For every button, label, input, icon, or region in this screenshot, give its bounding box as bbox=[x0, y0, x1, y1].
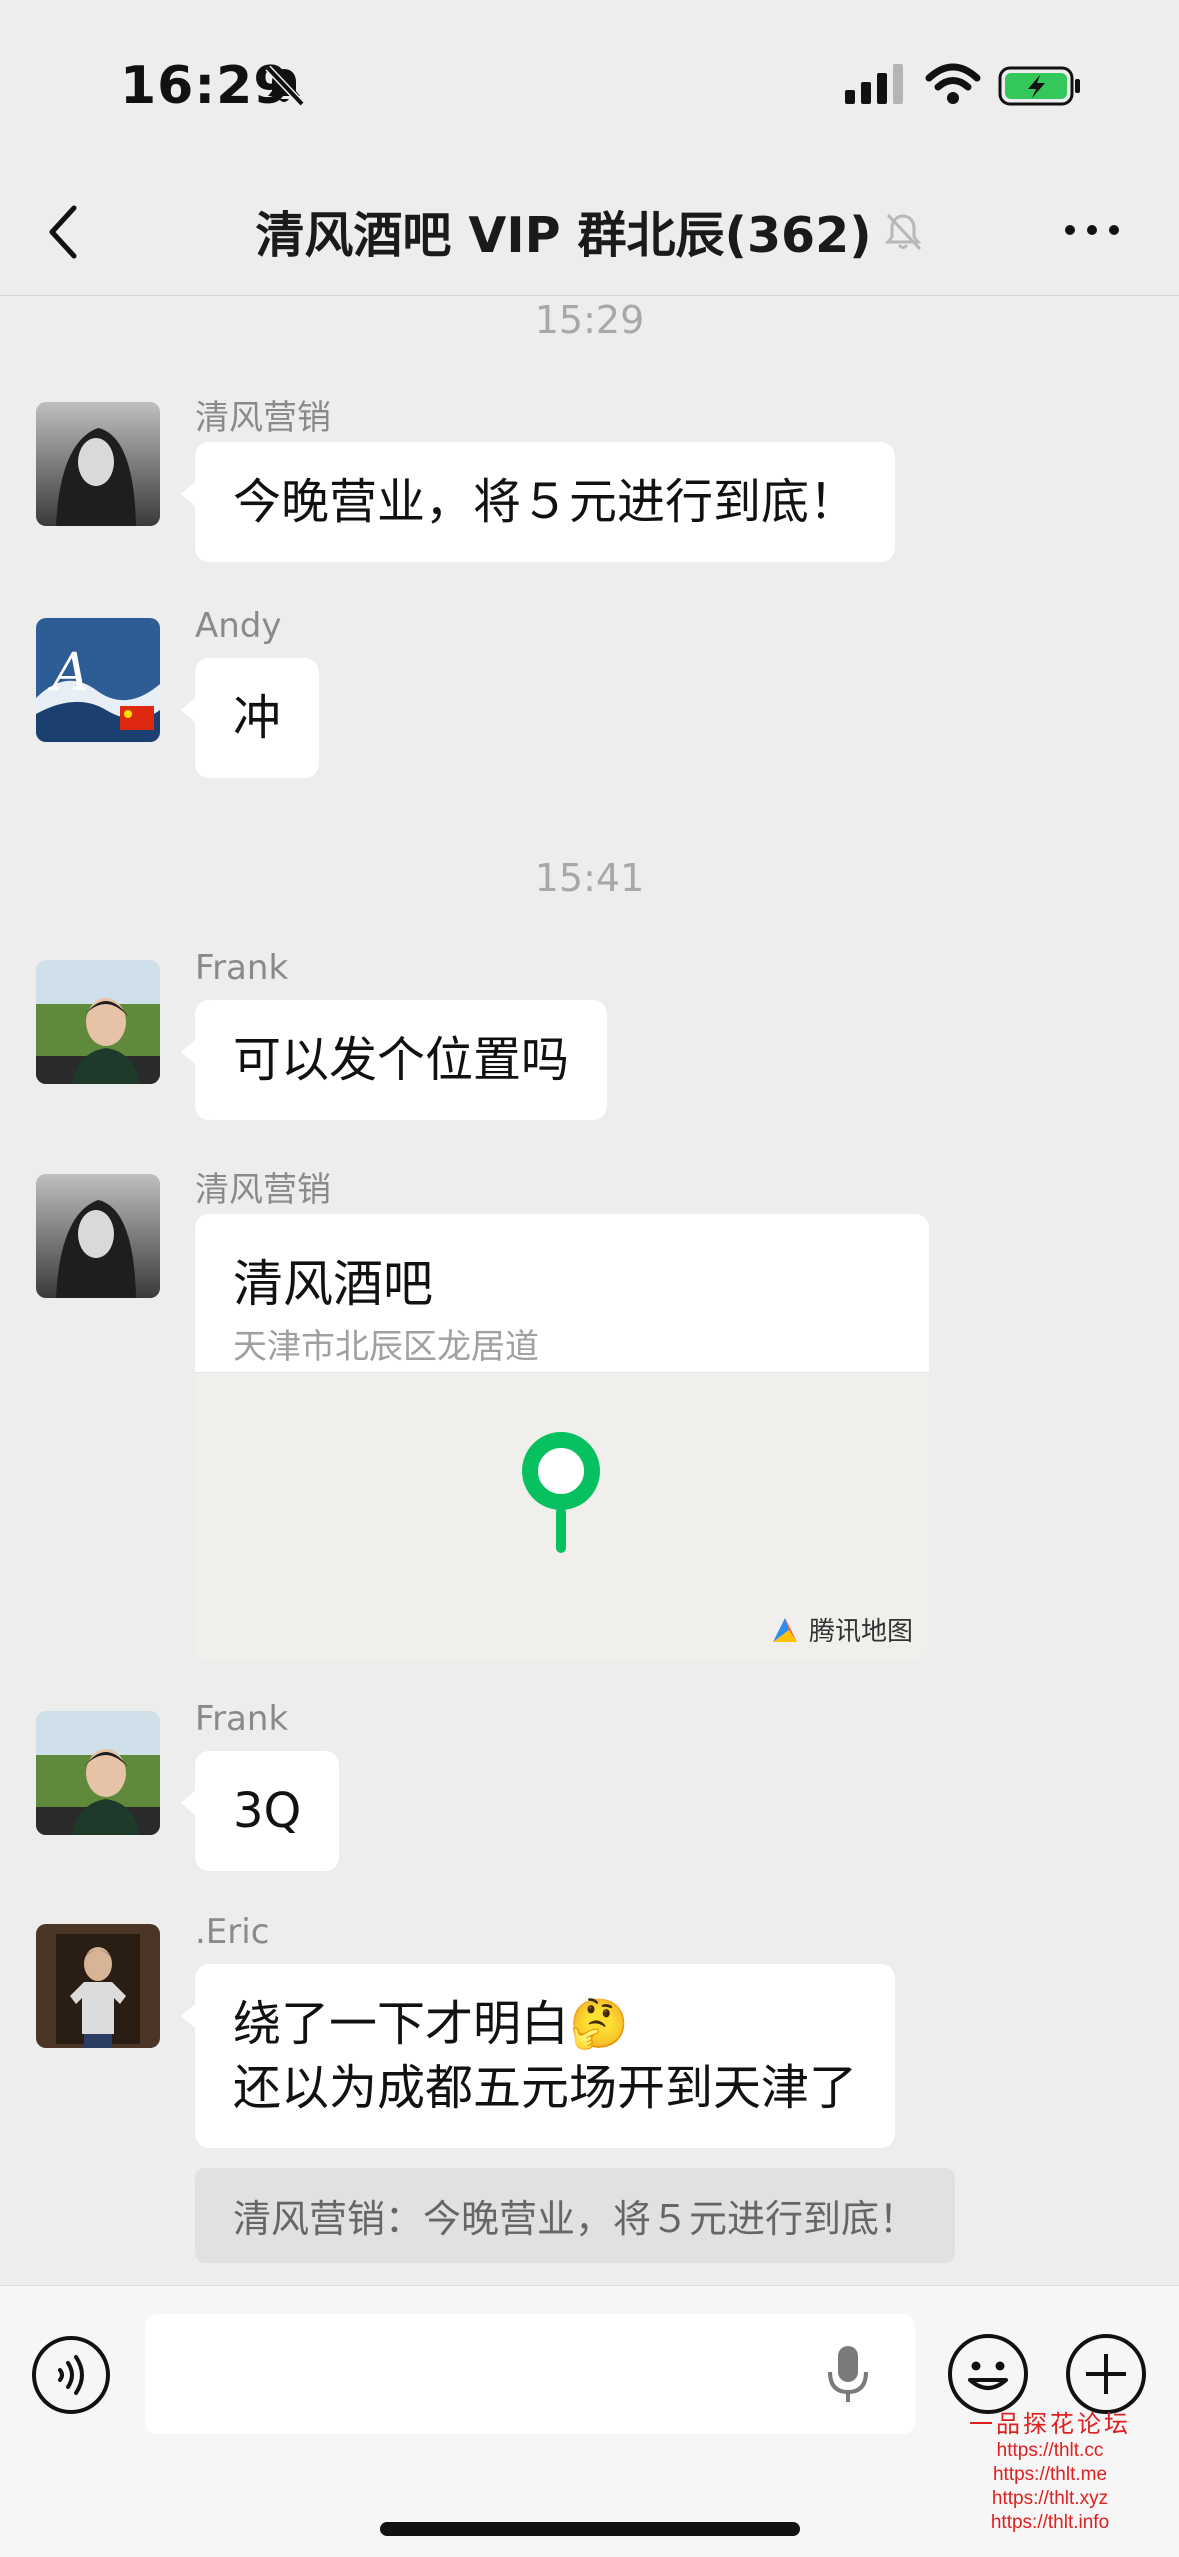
muted-bell-icon bbox=[884, 213, 921, 250]
location-card[interactable]: 清风酒吧 天津市北辰区龙居道 腾讯地图 bbox=[195, 1214, 929, 1661]
sender-name: 清风营销 bbox=[195, 1170, 331, 1210]
watermark-link: https://thlt.xyz bbox=[991, 2488, 1109, 2509]
sender-name: 清风营销 bbox=[195, 398, 331, 438]
input-bar: 一品探花论坛 https://thlt.cc https://thlt.me h… bbox=[0, 2285, 1179, 2557]
timestamp: 15:29 bbox=[534, 298, 645, 342]
battery-charging-icon bbox=[998, 66, 1080, 106]
message-bubble[interactable]: 3Q bbox=[180, 1751, 340, 1871]
map-provider: 腾讯地图 bbox=[769, 1611, 913, 1648]
svg-text:A: A bbox=[48, 643, 90, 703]
map-pin-icon bbox=[522, 1432, 600, 1553]
avatar[interactable] bbox=[36, 960, 160, 1084]
chat-title: 清风酒吧 VIP 群北辰(362) bbox=[255, 207, 872, 264]
chat-header: 清风酒吧 VIP 群北辰(362) bbox=[0, 170, 1179, 296]
sender-name: Frank bbox=[195, 1699, 289, 1739]
location-address: 天津市北辰区龙居道 bbox=[233, 1327, 539, 1367]
avatar[interactable] bbox=[36, 1174, 160, 1298]
message-input[interactable] bbox=[145, 2314, 915, 2434]
more-options-icon[interactable] bbox=[1062, 215, 1122, 245]
message-bubble[interactable]: 可以发个位置吗 bbox=[180, 1000, 608, 1120]
avatar[interactable] bbox=[36, 1924, 160, 2048]
message-line: 绕了一下才明白🤔 bbox=[233, 1996, 629, 2052]
status-bar: 16:29 bbox=[0, 0, 1179, 170]
sender-name: .Eric bbox=[195, 1912, 270, 1952]
watermark-link: https://thlt.cc bbox=[996, 2440, 1104, 2461]
timestamp: 15:41 bbox=[534, 856, 645, 900]
map-provider-label: 腾讯地图 bbox=[808, 1617, 913, 1647]
sender-name: Frank bbox=[195, 948, 289, 988]
watermark-title: 一品探花论坛 bbox=[969, 2410, 1131, 2438]
wifi-icon bbox=[925, 63, 981, 104]
watermark-link: https://thlt.info bbox=[990, 2512, 1110, 2533]
watermark-link: https://thlt.me bbox=[992, 2464, 1108, 2485]
avatar[interactable]: A bbox=[36, 618, 160, 742]
voice-input-icon[interactable] bbox=[30, 2334, 112, 2416]
quoted-message[interactable]: 清风营销：今晚营业，将５元进行到底！ bbox=[195, 2168, 956, 2263]
microphone-icon[interactable] bbox=[825, 2344, 871, 2406]
tencent-map-logo-icon bbox=[772, 1617, 797, 1642]
avatar[interactable] bbox=[36, 1711, 160, 1835]
location-name: 清风酒吧 bbox=[233, 1255, 433, 1313]
bell-off-icon bbox=[265, 65, 305, 107]
message-bubble[interactable]: 冲 bbox=[180, 658, 320, 778]
message-bubble[interactable]: 今晚营业，将５元进行到底！ bbox=[180, 442, 896, 562]
watermark: 一品探花论坛 https://thlt.cc https://thlt.me h… bbox=[950, 2404, 1150, 2535]
chat-title-area: 清风酒吧 VIP 群北辰(362) bbox=[0, 196, 1179, 267]
message-line: 还以为成都五元场开到天津了 bbox=[233, 2060, 858, 2116]
location-map[interactable]: 腾讯地图 bbox=[195, 1372, 929, 1661]
sender-name: Andy bbox=[195, 606, 282, 646]
cellular-signal-icon bbox=[845, 64, 903, 104]
avatar[interactable] bbox=[36, 402, 160, 526]
home-indicator[interactable] bbox=[380, 2522, 800, 2536]
message-bubble[interactable]: 绕了一下才明白🤔 还以为成都五元场开到天津了 bbox=[180, 1964, 896, 2148]
